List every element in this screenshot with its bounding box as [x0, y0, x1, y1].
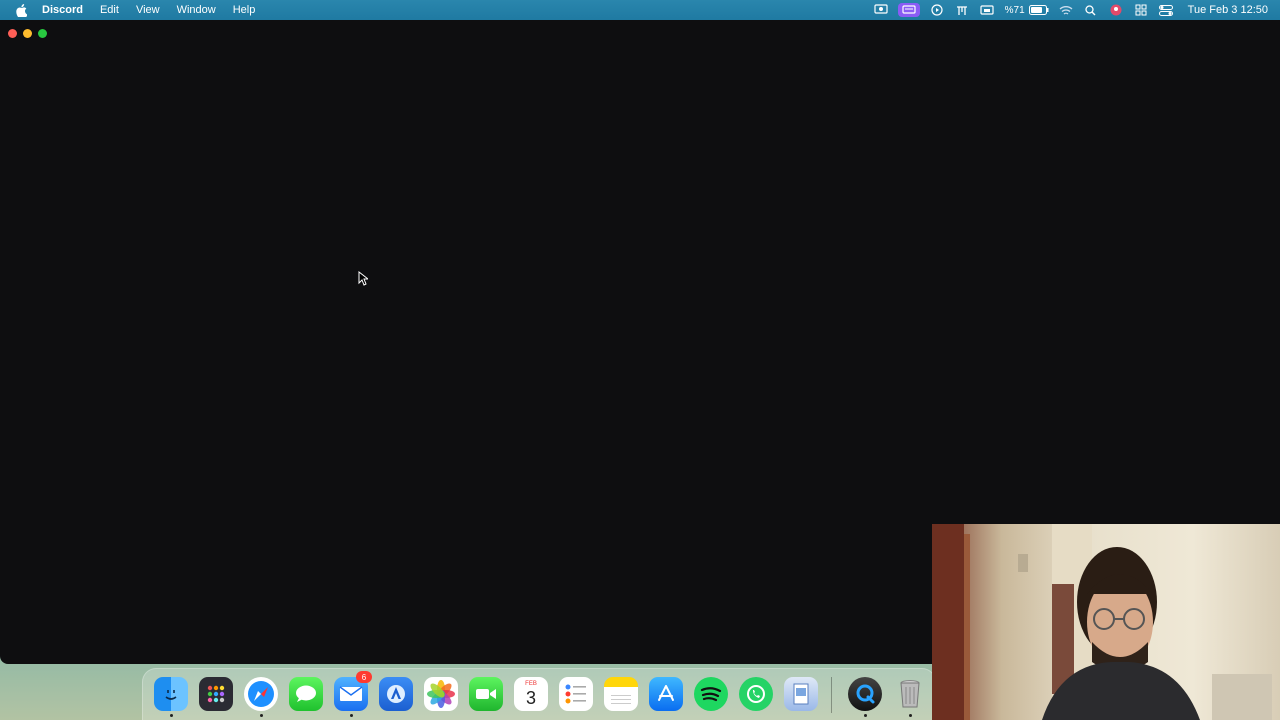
- dock-spotify-icon[interactable]: [694, 677, 728, 711]
- zoom-window-button[interactable]: [38, 29, 47, 38]
- battery-icon[interactable]: [1028, 3, 1049, 17]
- wifi-icon[interactable]: [1058, 3, 1074, 17]
- dock-preview-icon[interactable]: [784, 677, 818, 711]
- dock-running-indicator: [260, 714, 263, 717]
- menu-bar: Discord Edit View Window Help %71 Tue Fe…: [0, 0, 1280, 20]
- dock-photos-icon[interactable]: [424, 677, 458, 711]
- accessibility-icon[interactable]: [954, 3, 970, 17]
- menu-view[interactable]: View: [136, 4, 160, 16]
- minimize-window-button[interactable]: [23, 29, 32, 38]
- user-avatar-icon[interactable]: [1108, 3, 1124, 17]
- dock-running-indicator: [909, 714, 912, 717]
- dock-reminders-icon[interactable]: [559, 677, 593, 711]
- dock-messages-icon[interactable]: [289, 677, 323, 711]
- window-controls: [8, 29, 53, 38]
- screen-recording-icon[interactable]: [897, 3, 920, 17]
- calendar-month-label: FEB: [525, 680, 537, 687]
- dock: 6 FEB 3: [142, 668, 936, 720]
- menu-window[interactable]: Window: [177, 4, 216, 16]
- dock-notes-icon[interactable]: [604, 677, 638, 711]
- dock-running-indicator: [170, 714, 173, 717]
- grid-menu-icon[interactable]: [1133, 3, 1149, 17]
- dock-calendar-icon[interactable]: FEB 3: [514, 677, 548, 711]
- status-area: %71 Tue Feb 3 12:50: [864, 0, 1268, 20]
- dock-running-indicator: [864, 714, 867, 717]
- dock-separator: [831, 677, 832, 713]
- dock-xcode-icon[interactable]: [379, 677, 413, 711]
- dock-running-indicator: [350, 714, 353, 717]
- play-icon[interactable]: [929, 3, 945, 17]
- webcam-person-image: [932, 524, 1272, 720]
- close-window-button[interactable]: [8, 29, 17, 38]
- display-icon[interactable]: [979, 3, 995, 17]
- dock-appstore-icon[interactable]: [649, 677, 683, 711]
- dock-mail-icon[interactable]: 6: [334, 671, 372, 711]
- dock-launchpad-icon[interactable]: [199, 677, 233, 711]
- dock-finder-icon[interactable]: [154, 677, 188, 711]
- control-center-icon[interactable]: [1158, 3, 1174, 17]
- apple-menu-icon[interactable]: [14, 3, 28, 17]
- screen-sharing-icon[interactable]: [873, 3, 889, 17]
- mail-unread-badge: 6: [356, 671, 372, 683]
- dock-facetime-icon[interactable]: [469, 677, 503, 711]
- spotlight-search-icon[interactable]: [1083, 3, 1099, 17]
- menubar-clock[interactable]: Tue Feb 3 12:50: [1188, 4, 1268, 16]
- mouse-cursor-icon: [358, 270, 370, 291]
- menu-edit[interactable]: Edit: [100, 4, 119, 16]
- calendar-day-label: 3: [525, 687, 536, 708]
- menu-app-name[interactable]: Discord: [42, 4, 83, 16]
- webcam-overlay: [932, 524, 1280, 720]
- dock-safari-icon[interactable]: [244, 677, 278, 711]
- battery-percentage: %71: [1004, 4, 1025, 16]
- dock-whatsapp-icon[interactable]: [739, 677, 773, 711]
- menu-help[interactable]: Help: [233, 4, 256, 16]
- dock-trash-icon[interactable]: [893, 677, 927, 711]
- dock-quicktime-icon[interactable]: [848, 677, 882, 711]
